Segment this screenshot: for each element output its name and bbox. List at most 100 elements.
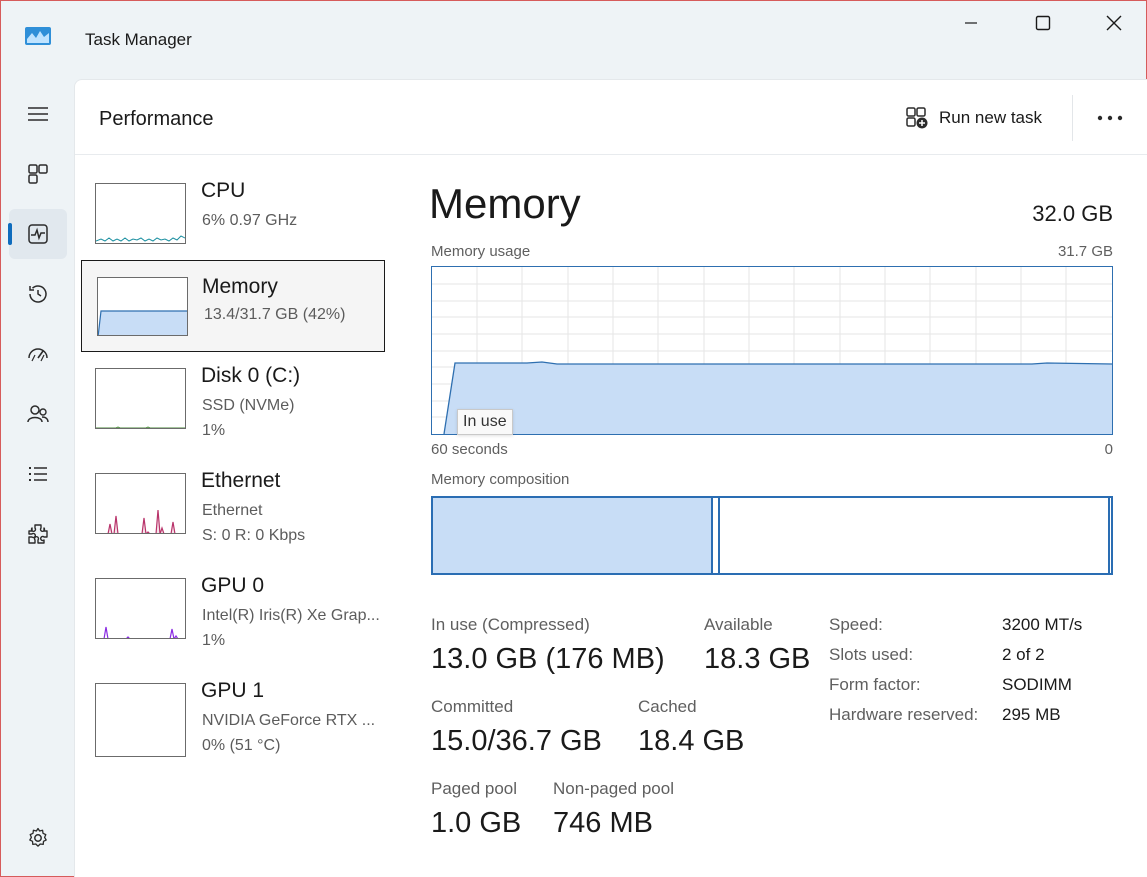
- device-name: GPU 1: [201, 679, 265, 702]
- nav-performance-button[interactable]: [9, 209, 67, 259]
- maximize-icon: [1035, 15, 1051, 31]
- memory-composition-label: Memory composition: [431, 471, 570, 488]
- available-value: 18.3 GB: [704, 643, 811, 675]
- details-icon: [29, 467, 47, 481]
- app-title: Task Manager: [85, 30, 192, 49]
- users-icon: [27, 405, 49, 423]
- run-new-task-button[interactable]: Run new task: [905, 102, 1042, 134]
- spec-hardware-reserved-key: Hardware reserved:: [829, 705, 979, 724]
- detail-title: Memory: [429, 180, 581, 227]
- non-paged-pool-label: Non-paged pool: [553, 779, 674, 798]
- available-label: Available: [704, 615, 773, 634]
- nav-users-button[interactable]: [9, 389, 67, 439]
- device-detail: NVIDIA GeForce RTX ...: [202, 712, 376, 729]
- device-name: CPU: [201, 179, 246, 202]
- memory-usage-chart: [432, 267, 1113, 435]
- nav-settings-button[interactable]: [9, 813, 67, 863]
- hamburger-menu-icon: [28, 107, 48, 121]
- device-detail: 6% 0.97 GHz: [202, 212, 298, 229]
- graph-tooltip: In use: [457, 409, 513, 435]
- run-new-task-icon: [906, 107, 928, 129]
- device-detail-secondary: 0% (51 °C): [202, 737, 281, 754]
- page-title: Performance: [99, 108, 214, 130]
- device-item-cpu[interactable]: CPU 6% 0.97 GHz: [81, 177, 385, 269]
- in-use-value: 13.0 GB (176 MB): [431, 643, 665, 675]
- minimize-icon: [965, 22, 977, 24]
- nav-app-history-button[interactable]: [9, 269, 67, 319]
- memory-usage-max: 31.7 GB: [1057, 243, 1113, 260]
- committed-label: Committed: [431, 697, 514, 716]
- nav-startup-apps-button[interactable]: [9, 329, 67, 379]
- ethernet-thumbnail-graph: [95, 473, 186, 534]
- page-header: Performance Run new task: [75, 80, 1147, 155]
- composition-modified-segment: [714, 498, 720, 573]
- spec-speed-value: 3200 MT/s: [1002, 615, 1083, 634]
- processes-icon: [28, 164, 48, 184]
- nav-details-button[interactable]: [9, 449, 67, 499]
- run-new-task-label: Run new task: [939, 108, 1042, 127]
- spec-slots-value: 2 of 2: [1002, 645, 1045, 664]
- gpu1-thumbnail-graph: [95, 683, 186, 757]
- memory-thumbnail-graph: [97, 277, 188, 336]
- device-item-gpu1[interactable]: GPU 1 NVIDIA GeForce RTX ... 0% (51 °C): [81, 677, 385, 769]
- spec-slots-key: Slots used:: [829, 645, 914, 664]
- composition-free-segment: [1108, 498, 1111, 573]
- nav-services-button[interactable]: [9, 509, 67, 559]
- gear-icon: [29, 827, 47, 847]
- memory-sparkline: [98, 310, 187, 335]
- nav-processes-button[interactable]: [9, 149, 67, 199]
- time-axis-right-label: 0: [1104, 441, 1113, 458]
- task-manager-window: Task Manager Performance Run new task CP…: [0, 0, 1147, 877]
- more-icon: [1097, 115, 1123, 121]
- title-bar: Task Manager: [1, 1, 1146, 79]
- memory-usage-label: Memory usage: [431, 243, 531, 260]
- spec-speed-key: Speed:: [829, 615, 883, 634]
- minimize-button[interactable]: [948, 7, 994, 39]
- disk-thumbnail-graph: [95, 368, 186, 429]
- device-item-ethernet[interactable]: Ethernet Ethernet S: 0 R: 0 Kbps: [81, 467, 385, 559]
- composition-in-use-segment: [433, 498, 713, 573]
- app-history-icon: [29, 285, 47, 303]
- close-button[interactable]: [1091, 7, 1137, 39]
- device-detail-secondary: 1%: [202, 422, 226, 439]
- gpu0-thumbnail-graph: [95, 578, 186, 639]
- device-name: Ethernet: [201, 469, 281, 492]
- device-detail: Ethernet: [202, 502, 263, 519]
- device-item-disk[interactable]: Disk 0 (C:) SSD (NVMe) 1%: [81, 362, 385, 454]
- memory-usage-graph: [431, 266, 1113, 435]
- cpu-thumbnail-graph: [95, 183, 186, 244]
- nav-menu-button[interactable]: [9, 89, 67, 139]
- header-divider: [1072, 95, 1073, 141]
- device-item-memory[interactable]: Memory 13.4/31.7 GB (42%): [81, 260, 385, 352]
- maximize-button[interactable]: [1020, 7, 1066, 39]
- main-pane: Performance Run new task CPU 6% 0.97 GHz: [74, 79, 1147, 877]
- spec-form-factor-key: Form factor:: [829, 675, 921, 694]
- device-detail-secondary: S: 0 R: 0 Kbps: [202, 527, 306, 544]
- cached-label: Cached: [638, 697, 697, 716]
- committed-value: 15.0/36.7 GB: [431, 725, 602, 757]
- performance-icon: [28, 224, 48, 244]
- cached-value: 18.4 GB: [638, 725, 745, 757]
- device-detail: 13.4/31.7 GB (42%): [204, 306, 346, 323]
- services-icon: [28, 524, 48, 544]
- ethernet-sparkline: [107, 509, 176, 533]
- device-name: GPU 0: [201, 574, 265, 597]
- device-detail: SSD (NVMe): [202, 397, 295, 414]
- more-options-button[interactable]: [1090, 102, 1130, 134]
- device-detail: Intel(R) Iris(R) Xe Grap...: [202, 607, 380, 624]
- close-icon: [1106, 15, 1122, 31]
- paged-pool-value: 1.0 GB: [431, 807, 522, 839]
- spec-form-factor-value: SODIMM: [1002, 675, 1072, 694]
- nav-active-indicator: [8, 223, 12, 245]
- device-item-gpu0[interactable]: GPU 0 Intel(R) Iris(R) Xe Grap... 1%: [81, 572, 385, 664]
- device-detail-secondary: 1%: [202, 632, 226, 649]
- time-axis-left-label: 60 seconds: [431, 441, 508, 458]
- device-name: Disk 0 (C:): [201, 364, 301, 387]
- paged-pool-label: Paged pool: [431, 779, 518, 798]
- disk-sparkline: [96, 426, 185, 428]
- memory-composition-bar: [431, 496, 1113, 575]
- startup-apps-icon: [28, 348, 48, 362]
- device-name: Memory: [202, 275, 278, 298]
- non-paged-pool-value: 746 MB: [553, 807, 653, 839]
- total-memory: 32.0 GB: [1032, 201, 1113, 226]
